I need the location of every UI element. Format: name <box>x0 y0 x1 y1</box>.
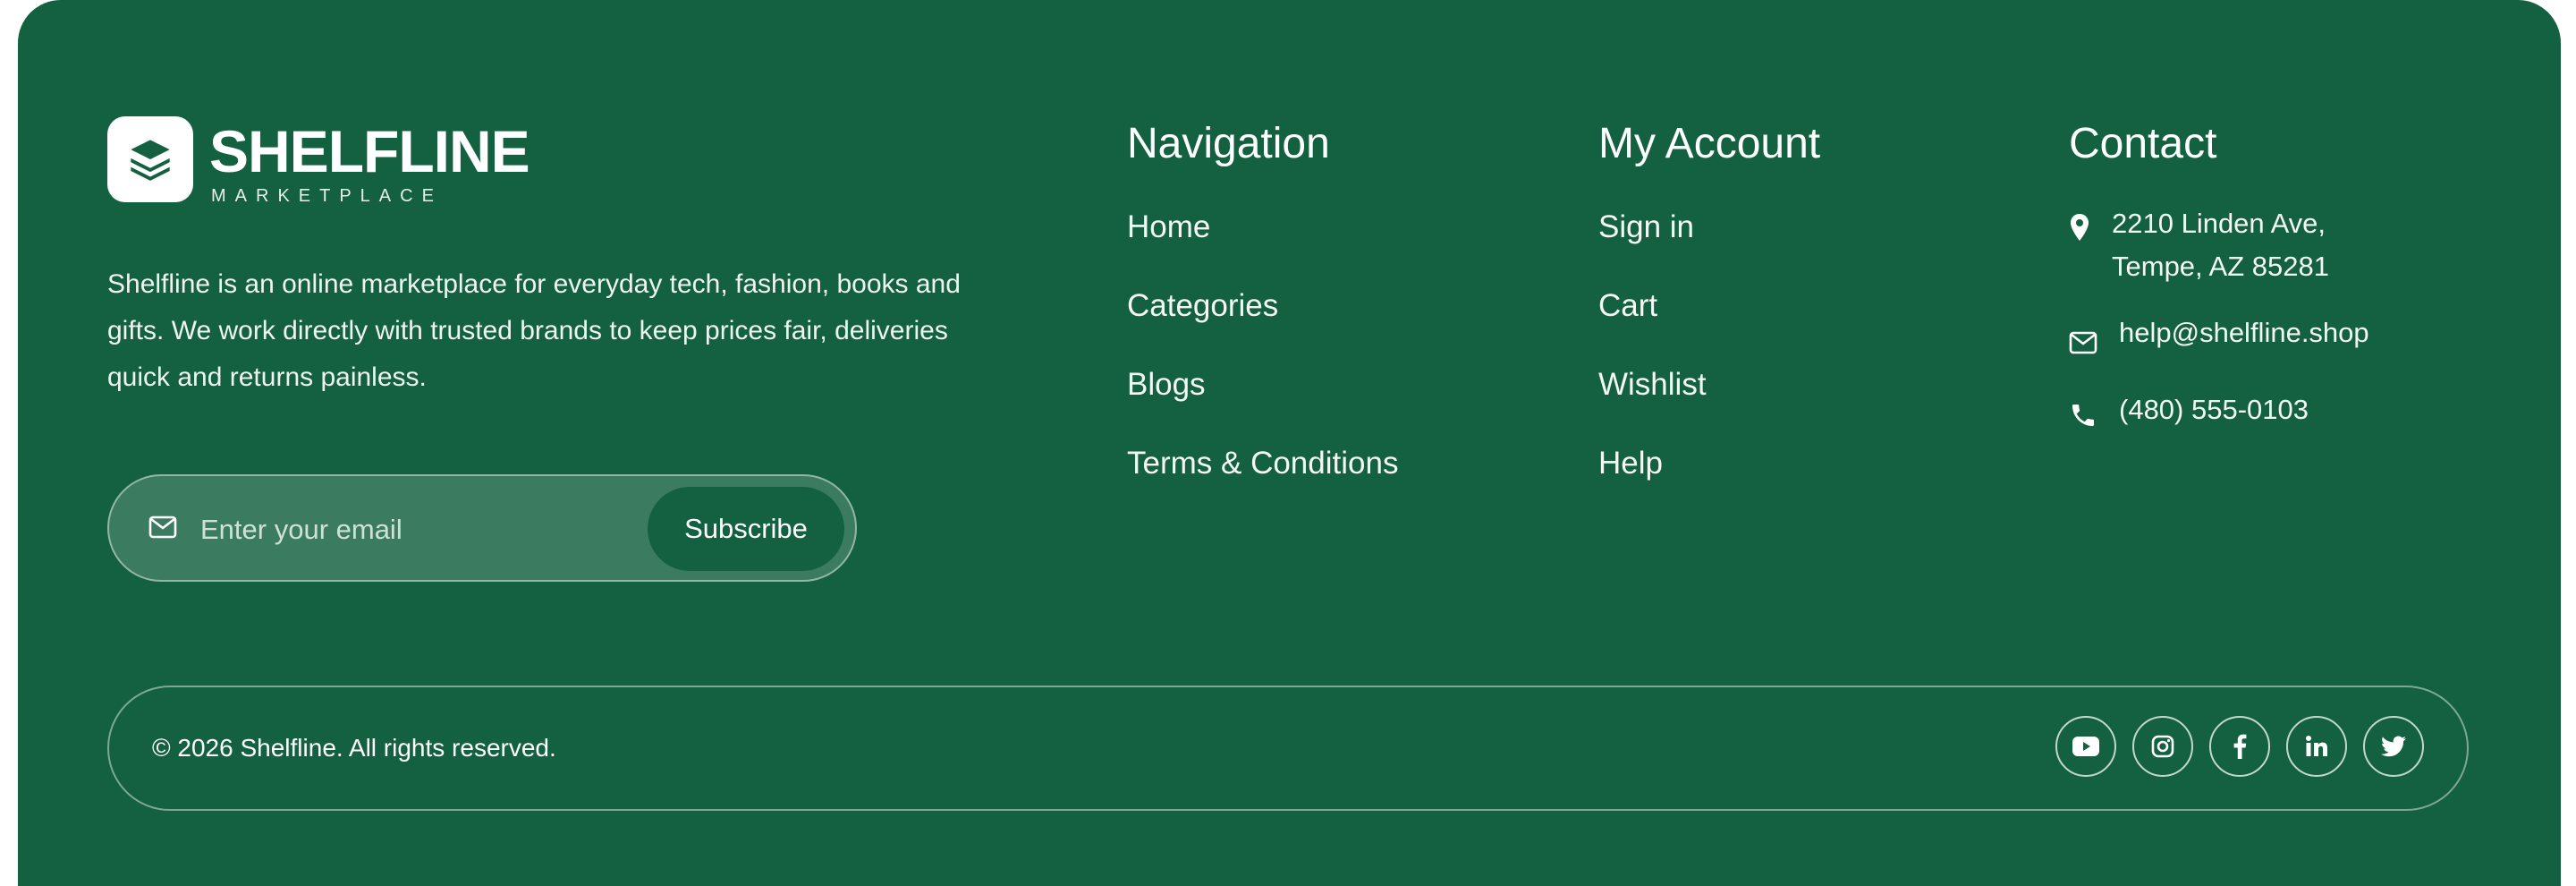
twitter-icon[interactable] <box>2363 716 2424 777</box>
contact-column: Contact 2210 Linden Ave, Tempe, AZ 85281… <box>2069 116 2369 431</box>
navigation-column: Navigation Home Categories Blogs Terms &… <box>1127 116 1398 523</box>
address-line-1: 2210 Linden Ave, <box>2112 208 2326 239</box>
mail-icon <box>148 515 177 543</box>
account-link-sign-in[interactable]: Sign in <box>1598 208 1820 247</box>
address-line-2: Tempe, AZ 85281 <box>2112 251 2329 282</box>
contact-phone[interactable]: (480) 555-0103 <box>2069 388 2369 431</box>
subscribe-button[interactable]: Subscribe <box>648 487 844 571</box>
newsletter-form: Subscribe <box>107 474 857 582</box>
nav-link-categories[interactable]: Categories <box>1127 286 1398 326</box>
navigation-heading: Navigation <box>1127 120 1330 167</box>
youtube-icon[interactable] <box>2055 716 2116 777</box>
phone-icon <box>2069 399 2097 442</box>
about-description: Shelfline is an online marketplace for e… <box>107 269 961 392</box>
site-footer: SHELFLINE MARKETPLACE Shelfline is an on… <box>18 0 2561 886</box>
location-pin-icon <box>2069 211 2090 254</box>
account-heading: My Account <box>1598 120 1821 167</box>
brand-logo[interactable]: SHELFLINE MARKETPLACE <box>107 116 530 207</box>
contact-address: 2210 Linden Ave, Tempe, AZ 85281 <box>2069 202 2369 288</box>
brand-name: SHELFLINE <box>209 118 530 184</box>
email-input[interactable] <box>199 503 631 557</box>
contact-heading: Contact <box>2069 120 2217 167</box>
nav-link-blogs[interactable]: Blogs <box>1127 365 1398 405</box>
phone-number[interactable]: (480) 555-0103 <box>2119 394 2309 425</box>
account-link-cart[interactable]: Cart <box>1598 286 1820 326</box>
brand-tagline: MARKETPLACE <box>211 186 443 206</box>
nav-link-home[interactable]: Home <box>1127 208 1398 247</box>
footer-bottom-bar: © 2026 Shelfline. All rights reserved. <box>107 686 2469 811</box>
contact-email[interactable]: help@shelfline.shop <box>2069 311 2369 354</box>
copyright-text: © 2026 Shelfline. All rights reserved. <box>152 734 556 762</box>
account-link-help[interactable]: Help <box>1598 444 1820 483</box>
linkedin-icon[interactable] <box>2286 716 2347 777</box>
email-address[interactable]: help@shelfline.shop <box>2119 317 2369 348</box>
mail-icon <box>2069 324 2097 367</box>
instagram-icon[interactable] <box>2132 716 2193 777</box>
social-links <box>2055 716 2424 777</box>
facebook-icon[interactable] <box>2209 716 2270 777</box>
account-link-wishlist[interactable]: Wishlist <box>1598 365 1820 405</box>
layers-icon <box>107 116 193 202</box>
nav-link-terms[interactable]: Terms & Conditions <box>1127 444 1398 483</box>
account-column: My Account Sign in Cart Wishlist Help <box>1598 116 1820 523</box>
